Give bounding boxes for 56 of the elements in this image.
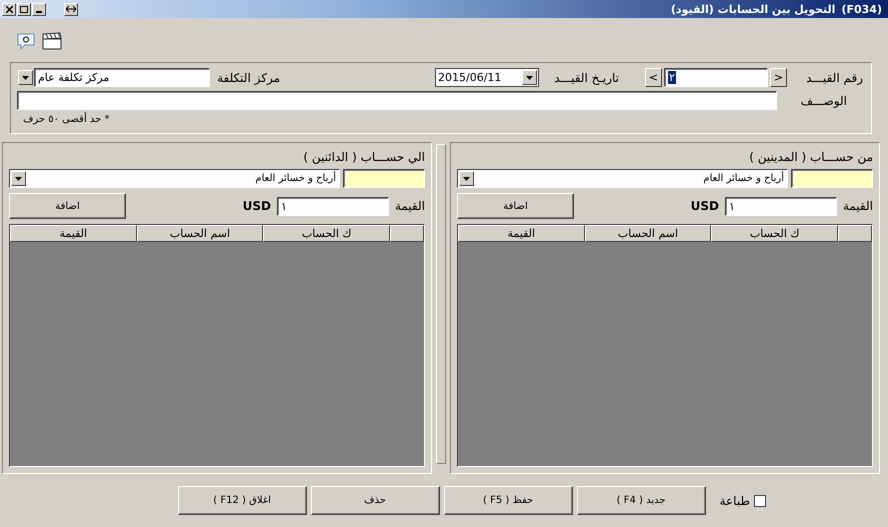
column-header[interactable]: اسم الحساب xyxy=(584,225,712,242)
print-label: طباعة xyxy=(720,494,750,508)
amount-field[interactable]: ١ xyxy=(276,196,389,216)
add-button[interactable]: اضافة xyxy=(457,193,574,219)
add-button[interactable]: اضافة xyxy=(9,193,126,219)
max-length-hint: * حد أقصى ٥٠ حرف xyxy=(23,114,110,125)
column-header xyxy=(838,225,872,242)
entry-number-field[interactable]: ٢ xyxy=(664,68,768,87)
account-code-field[interactable] xyxy=(791,169,873,188)
description-field[interactable] xyxy=(17,91,777,110)
window-title: التحويل بين الحسابات (القيود) xyxy=(670,2,836,16)
dropdown-arrow-icon xyxy=(15,176,22,180)
entry-number-label: رقم القيـــد xyxy=(805,70,863,84)
dropdown-arrow-icon xyxy=(526,76,533,80)
help-icon[interactable] xyxy=(16,32,36,50)
date-field[interactable]: 2015/06/11 xyxy=(435,68,539,87)
column-header[interactable]: اسم الحساب xyxy=(136,225,264,242)
description-label: الوصـــف xyxy=(800,94,847,108)
previous-button[interactable]: < xyxy=(645,68,662,87)
resize-button[interactable] xyxy=(64,2,78,16)
account-name-dropdown[interactable]: أرباح و خسائر العام xyxy=(457,169,788,188)
column-header[interactable]: ك الحساب xyxy=(263,225,390,242)
maximize-icon xyxy=(20,6,28,12)
column-header[interactable]: القيمة xyxy=(10,225,137,242)
date-label: تاريـخ القيـــد xyxy=(553,70,619,84)
amount-label: القيمة xyxy=(842,199,873,213)
maximize-button[interactable] xyxy=(17,2,31,16)
minimize-button[interactable] xyxy=(32,2,46,16)
splitter[interactable] xyxy=(436,144,446,464)
footer-button[interactable]: حفظ ( F5 ) xyxy=(444,486,573,515)
cost-center-dropdown-button[interactable] xyxy=(18,70,33,85)
clapperboard-icon[interactable] xyxy=(42,32,62,50)
cost-center-label: مركز التكلفة xyxy=(216,70,280,84)
footer-button[interactable]: حذف xyxy=(310,486,440,515)
dropdown-arrow-icon xyxy=(22,76,29,80)
currency-label: USD xyxy=(242,199,271,213)
print-checkbox[interactable] xyxy=(754,494,766,506)
dropdown-arrow-icon xyxy=(463,176,470,180)
next-button[interactable]: > xyxy=(770,68,787,87)
footer-button[interactable]: اغلاق ( F12 ) xyxy=(178,486,307,515)
cost-center-field[interactable]: مركز تكلفة عام xyxy=(34,68,210,87)
amount-field[interactable]: ١ xyxy=(724,196,837,216)
panel-title: الي حســـاب ( الدائنين ) xyxy=(303,151,425,164)
currency-label: USD xyxy=(690,199,719,213)
resize-icon xyxy=(66,6,76,12)
panel-title: من حســـاب ( المدينين ) xyxy=(749,151,873,164)
amount-label: القيمة xyxy=(394,199,425,213)
form-code: (F034) xyxy=(841,2,882,16)
column-header[interactable]: ك الحساب xyxy=(711,225,838,242)
footer-button[interactable]: جديد ( F4 ) xyxy=(576,486,706,515)
close-button[interactable] xyxy=(2,2,16,16)
column-header[interactable]: القيمة xyxy=(458,225,585,242)
account-code-field[interactable] xyxy=(343,169,425,188)
column-header xyxy=(390,225,424,242)
close-icon xyxy=(6,6,12,12)
account-name-dropdown[interactable]: أرباح و خسائر العام xyxy=(9,169,340,188)
